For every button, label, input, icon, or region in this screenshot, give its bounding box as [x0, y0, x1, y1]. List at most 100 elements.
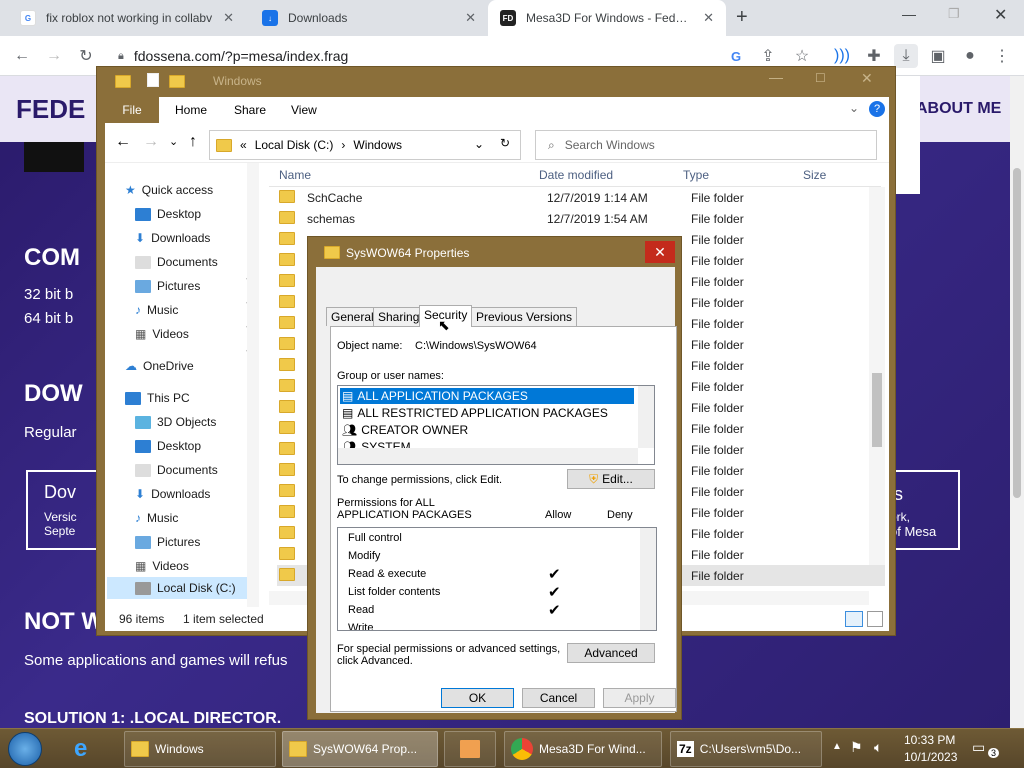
- back-icon[interactable]: ←: [10, 44, 34, 68]
- new-tab-icon[interactable]: +: [736, 6, 748, 29]
- extensions-puzzle-icon[interactable]: ✚: [862, 44, 886, 68]
- nav-videos[interactable]: ▦ Videos: [135, 559, 189, 573]
- nav-music[interactable]: ♪ Music: [135, 511, 178, 525]
- help-icon[interactable]: ?: [869, 101, 885, 117]
- table-row[interactable]: schemas 12/7/2019 1:54 AM File folder: [277, 208, 885, 229]
- minimize-icon[interactable]: —: [902, 6, 916, 22]
- reload-icon[interactable]: ↻: [74, 44, 98, 68]
- col-date[interactable]: Date modified: [539, 168, 613, 182]
- large-icons-view-icon[interactable]: [867, 611, 883, 627]
- close-icon[interactable]: ✕: [861, 70, 873, 87]
- profile-avatar-icon[interactable]: ●: [958, 44, 982, 68]
- nav-desktop[interactable]: Desktop: [135, 439, 201, 453]
- taskbar-explorer-windows[interactable]: Windows: [124, 731, 276, 767]
- action-center-icon[interactable]: ▭: [972, 739, 985, 756]
- ribbon-home-tab[interactable]: Home: [175, 103, 207, 117]
- group-item-all-app-packages[interactable]: ▤ ALL APPLICATION PACKAGES: [340, 388, 634, 404]
- chrome-tab-google[interactable]: G fix roblox not working in collabv ✕: [8, 0, 246, 36]
- cancel-button[interactable]: Cancel: [522, 688, 595, 708]
- nav-about-me[interactable]: ABOUT ME: [916, 100, 1001, 118]
- nav-quick-access[interactable]: ★ Quick access: [125, 183, 213, 197]
- properties-qa-icon[interactable]: [147, 73, 159, 87]
- clock-date[interactable]: 10/1/2023: [904, 750, 957, 764]
- restore-icon[interactable]: ❐: [948, 6, 960, 22]
- col-type[interactable]: Type: [683, 168, 709, 182]
- nav-local-disk[interactable]: Local Disk (C:): [107, 577, 257, 599]
- close-dialog-button[interactable]: ✕: [645, 241, 675, 263]
- download-icon[interactable]: ⤓: [894, 44, 918, 68]
- nav-documents[interactable]: Documents: [135, 463, 218, 477]
- nav-qa-music[interactable]: ♪ Music: [135, 303, 178, 317]
- breadcrumb-local-disk[interactable]: Local Disk (C:): [255, 138, 334, 152]
- ok-button[interactable]: OK: [441, 688, 514, 708]
- expand-ribbon-icon[interactable]: ⌄: [849, 101, 859, 115]
- advanced-button[interactable]: Advanced: [567, 643, 655, 663]
- search-input[interactable]: ⌕ Search Windows: [535, 130, 877, 160]
- refresh-icon[interactable]: ↻: [500, 136, 510, 150]
- group-item-creator-owner[interactable]: 👥︎ CREATOR OWNER: [340, 422, 468, 438]
- taskbar-chrome[interactable]: Mesa3D For Wind...: [504, 731, 662, 767]
- taskbar-media-player[interactable]: [444, 731, 496, 767]
- forward-icon[interactable]: →: [42, 44, 66, 68]
- tab-previous-versions[interactable]: Previous Versions: [471, 307, 578, 326]
- group-user-list[interactable]: ▤ ALL APPLICATION PACKAGES ▤ ALL RESTRICTE…: [337, 385, 655, 465]
- nav-qa-downloads[interactable]: ⬇ Downloads: [135, 231, 210, 245]
- list-vscroll[interactable]: [638, 386, 654, 448]
- side-panel-icon[interactable]: ▣: [926, 44, 950, 68]
- close-tab-icon[interactable]: ✕: [223, 10, 234, 26]
- site-brand[interactable]: FEDE: [16, 94, 85, 125]
- forward-icon[interactable]: →: [143, 133, 159, 151]
- address-bar[interactable]: 🔒︎ fdossena.com/?p=mesa/index.frag: [110, 44, 832, 68]
- col-name[interactable]: Name: [279, 168, 311, 182]
- details-view-icon[interactable]: [845, 611, 863, 627]
- chrome-tab-mesa3d[interactable]: FD Mesa3D For Windows - Federico ✕: [488, 0, 726, 36]
- page-scrollbar[interactable]: [1010, 76, 1024, 728]
- nav-3d-objects[interactable]: 3D Objects: [135, 415, 216, 429]
- internet-explorer-icon[interactable]: e: [74, 735, 87, 763]
- clock-time[interactable]: 10:33 PM: [904, 733, 955, 747]
- tab-general[interactable]: General: [326, 307, 379, 326]
- minimize-icon[interactable]: —: [769, 69, 783, 85]
- close-tab-icon[interactable]: ✕: [703, 10, 714, 26]
- group-item-restricted[interactable]: ▤ ALL RESTRICTED APPLICATION PACKAGES: [340, 405, 608, 421]
- nav-scrollbar[interactable]: [247, 163, 259, 607]
- ribbon-view-tab[interactable]: View: [291, 103, 317, 117]
- table-row[interactable]: SchCache 12/7/2019 1:14 AM File folder: [277, 187, 885, 208]
- taskbar-syswow64-props[interactable]: SysWOW64 Prop...: [282, 731, 438, 767]
- list-hscroll[interactable]: [338, 448, 638, 464]
- nav-qa-desktop[interactable]: Desktop: [135, 207, 201, 221]
- perm-scrollbar[interactable]: [640, 528, 656, 630]
- breadcrumb-windows[interactable]: Windows: [353, 138, 402, 152]
- new-folder-qa-icon[interactable]: [169, 75, 185, 88]
- close-window-icon[interactable]: ✕: [994, 5, 1007, 25]
- show-hidden-icons-icon[interactable]: ▲: [832, 741, 842, 752]
- address-breadcrumb[interactable]: « Local Disk (C:) › Windows ⌄ ↻: [209, 130, 521, 160]
- close-tab-icon[interactable]: ✕: [465, 10, 476, 26]
- menu-kebab-icon[interactable]: ⋮: [990, 44, 1014, 68]
- network-icon[interactable]: ⚑: [850, 739, 863, 756]
- ribbon-share-tab[interactable]: Share: [234, 103, 266, 117]
- volume-icon[interactable]: 🔈︎: [874, 739, 882, 756]
- nav-this-pc[interactable]: This PC: [125, 391, 190, 405]
- tab-sharing[interactable]: Sharing: [373, 307, 425, 326]
- start-button[interactable]: [8, 732, 42, 766]
- nav-downloads[interactable]: ⬇ Downloads: [135, 487, 210, 501]
- back-icon[interactable]: ←: [115, 133, 131, 151]
- extension-wave-icon[interactable]: ))): [830, 44, 854, 68]
- address-dropdown-icon[interactable]: ⌄: [474, 137, 484, 151]
- edit-button[interactable]: ⛨ Edit...: [567, 469, 655, 489]
- recent-locations-icon[interactable]: ⌄: [169, 135, 178, 148]
- col-size[interactable]: Size: [803, 168, 826, 182]
- up-icon[interactable]: ↑: [189, 133, 197, 151]
- page-scroll-thumb[interactable]: [1013, 168, 1021, 498]
- apply-button[interactable]: Apply: [603, 688, 676, 708]
- nav-onedrive[interactable]: ☁ OneDrive: [125, 359, 194, 373]
- nav-pictures[interactable]: Pictures: [135, 535, 200, 549]
- nav-qa-documents[interactable]: Documents: [135, 255, 218, 269]
- taskbar-7zip[interactable]: 7z C:\Users\vm5\Do...: [670, 731, 822, 767]
- maximize-icon[interactable]: ☐: [815, 71, 826, 85]
- nav-qa-videos[interactable]: ▦ Videos: [135, 327, 189, 341]
- ribbon-file-tab[interactable]: File: [105, 97, 159, 123]
- chrome-tab-downloads[interactable]: ↓ Downloads ✕: [250, 0, 488, 36]
- nav-qa-pictures[interactable]: Pictures: [135, 279, 200, 293]
